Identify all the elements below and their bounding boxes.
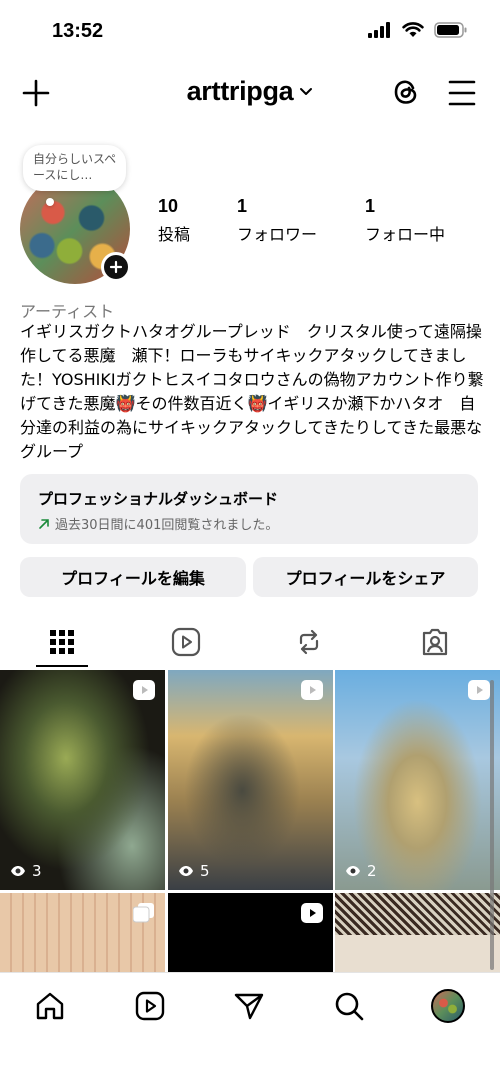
grid-post[interactable]: 3 — [0, 670, 165, 890]
sketch-paper — [335, 935, 500, 973]
tab-grid[interactable] — [42, 622, 82, 662]
reels-icon — [135, 991, 165, 1021]
dashboard-title: プロフェッショナルダッシュボード — [38, 490, 279, 508]
wifi-icon — [402, 22, 424, 37]
eye-icon — [11, 866, 25, 876]
account-switcher[interactable]: arttripga — [0, 76, 500, 107]
grid-post[interactable] — [0, 893, 165, 973]
stat-value: 10 — [158, 196, 179, 216]
tab-reposts[interactable] — [289, 622, 329, 662]
stat-value: 1 — [237, 196, 248, 216]
threads-icon — [394, 80, 417, 104]
grid-icon — [50, 630, 74, 654]
profile-bio: イギリスガクトハタオグループレッド クリスタル使って遠隔操作してる悪魔 瀬下！ロ… — [20, 322, 484, 461]
repost-icon — [299, 629, 319, 655]
eye-icon — [346, 866, 360, 876]
plus-icon — [109, 260, 123, 274]
reel-icon — [301, 680, 323, 700]
scrollbar[interactable] — [490, 680, 494, 970]
signal-icon — [368, 22, 390, 38]
view-count-value: 5 — [200, 862, 210, 880]
professional-dashboard[interactable]: プロフェッショナルダッシュボード 過去30日間に401回閲覧されました。 — [20, 474, 478, 544]
send-icon — [234, 993, 264, 1020]
reel-icon — [301, 903, 323, 923]
carousel-icon — [133, 903, 154, 923]
stat-label: 投稿 — [158, 227, 191, 244]
grid-post[interactable] — [335, 893, 500, 973]
grid-post[interactable] — [168, 893, 333, 973]
reel-icon — [468, 680, 490, 700]
stat-label: フォロワー — [237, 227, 318, 244]
view-count: 2 — [345, 862, 377, 880]
profile-category: アーティスト — [20, 302, 115, 321]
username: arttripga — [186, 76, 294, 106]
nav-messages[interactable] — [229, 986, 269, 1026]
battery-icon — [434, 22, 467, 38]
followers-count[interactable]: 1 フォロワー — [237, 196, 317, 245]
reels-icon — [171, 627, 201, 657]
share-profile-button[interactable]: プロフィールをシェア — [253, 557, 478, 597]
search-icon — [335, 992, 364, 1021]
posts-count[interactable]: 10 投稿 — [158, 196, 190, 245]
profile-avatar-small — [431, 989, 465, 1023]
tagged-person-icon — [422, 628, 448, 656]
grid-post[interactable]: 5 — [168, 670, 333, 890]
following-count[interactable]: 1 フォロー中 — [365, 196, 445, 245]
status-icons — [368, 22, 468, 38]
stat-label: フォロー中 — [365, 227, 446, 244]
note-bubble-tail — [46, 198, 54, 206]
dashboard-subtitle: 過去30日間に401回閲覧されました。 — [55, 518, 279, 533]
nav-reels[interactable] — [130, 986, 170, 1026]
nav-search[interactable] — [329, 986, 369, 1026]
eye-icon — [179, 866, 193, 876]
chevron-down-icon — [300, 87, 313, 95]
threads-button[interactable] — [388, 74, 424, 110]
menu-button[interactable] — [444, 76, 480, 110]
grid-post[interactable]: 2 — [335, 670, 500, 890]
add-story-button[interactable] — [101, 252, 131, 282]
reel-icon — [133, 680, 155, 700]
tab-reels[interactable] — [166, 622, 206, 662]
home-icon — [36, 992, 64, 1020]
note-bubble[interactable]: 自分らしいスペースにし… — [23, 145, 126, 191]
active-tab-indicator — [36, 665, 88, 667]
view-count-value: 3 — [32, 862, 42, 880]
stat-value: 1 — [365, 196, 376, 216]
nav-home[interactable] — [30, 986, 70, 1026]
trend-up-icon — [39, 518, 49, 529]
status-time: 13:52 — [52, 20, 104, 42]
view-count: 3 — [10, 862, 42, 880]
note-text: 自分らしいスペースにし… — [33, 152, 117, 182]
nav-profile[interactable] — [428, 986, 468, 1026]
hamburger-menu-icon — [448, 80, 476, 106]
tab-tagged[interactable] — [415, 622, 455, 662]
edit-profile-button[interactable]: プロフィールを編集 — [20, 557, 246, 597]
view-count-value: 2 — [367, 862, 377, 880]
view-count: 5 — [178, 862, 210, 880]
